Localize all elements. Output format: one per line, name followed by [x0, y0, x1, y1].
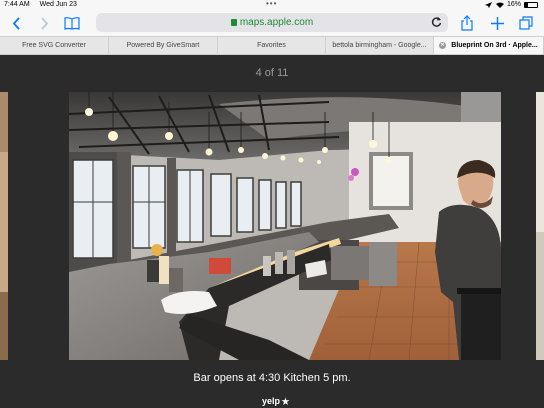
tab-free-svg-converter[interactable]: Free SVG Converter — [0, 37, 109, 54]
status-bar: 7:44 AM Wed Jun 23 ••• 16% — [0, 0, 544, 11]
bar-interior-image — [69, 92, 501, 360]
tab-label: Free SVG Converter — [22, 42, 86, 49]
book-icon[interactable] — [62, 14, 82, 32]
tab-label: Favorites — [257, 42, 286, 49]
wifi-icon — [495, 2, 504, 8]
restaurant-photo[interactable] — [69, 92, 501, 360]
address-bar[interactable]: maps.apple.com — [96, 13, 448, 32]
battery-percent: 16% — [506, 1, 521, 8]
tab-label: Blueprint On 3rd · Apple... — [451, 42, 538, 49]
url-text: maps.apple.com — [239, 17, 314, 28]
browser-toolbar: maps.apple.com — [0, 11, 544, 36]
tabs-icon[interactable] — [517, 14, 535, 32]
tab-bettola[interactable]: bettola birmingham - Google... — [326, 37, 434, 54]
battery-icon — [524, 1, 538, 8]
location-icon — [484, 1, 492, 8]
yelp-burst-icon — [281, 397, 290, 405]
tab-blueprint[interactable]: ✕ Blueprint On 3rd · Apple... — [434, 37, 544, 54]
status-date: Wed Jun 23 — [39, 1, 77, 8]
chevron-left-icon[interactable] — [8, 14, 24, 32]
tab-label: Powered By GiveSmart — [126, 42, 200, 49]
status-left: 7:44 AM Wed Jun 23 — [4, 1, 85, 8]
next-photo[interactable] — [536, 92, 544, 360]
tab-label: bettola birmingham - Google... — [332, 42, 427, 49]
reload-icon[interactable] — [431, 16, 442, 28]
yelp-label: yelp — [262, 396, 281, 406]
multitasking-dots-icon[interactable]: ••• — [266, 0, 277, 8]
tab-strip: Free SVG Converter Powered By GiveSmart … — [0, 36, 544, 55]
lock-icon — [230, 19, 237, 26]
tab-favorites[interactable]: Favorites — [218, 37, 326, 54]
chevron-right-icon[interactable] — [36, 14, 52, 32]
yelp-credit[interactable]: yelp — [262, 396, 290, 406]
close-tab-icon[interactable]: ✕ — [439, 42, 446, 49]
photo-caption: Bar opens at 4:30 Kitchen 5 pm. — [193, 372, 351, 384]
status-time: 7:44 AM — [4, 1, 30, 8]
photo-counter: 4 of 11 — [255, 67, 289, 79]
previous-photo[interactable] — [0, 92, 8, 360]
share-icon[interactable] — [458, 14, 476, 32]
plus-icon[interactable] — [488, 14, 506, 32]
tab-givesmart[interactable]: Powered By GiveSmart — [109, 37, 218, 54]
status-right: 16% — [483, 1, 538, 8]
